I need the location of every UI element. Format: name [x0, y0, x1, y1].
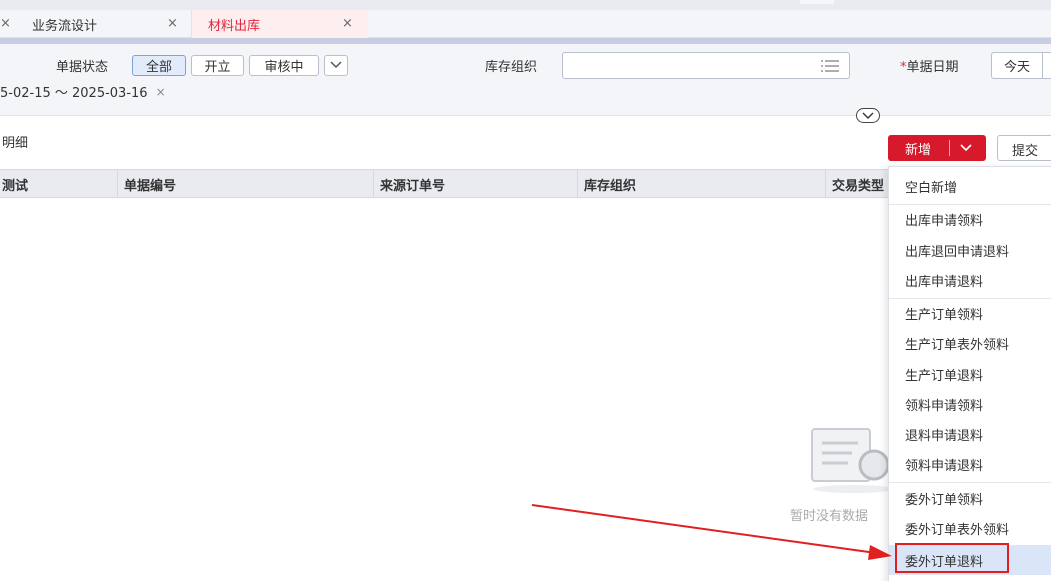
status-reviewing-chip[interactable]: 审核中: [249, 55, 319, 76]
empty-data-icon: [811, 428, 893, 493]
chevron-down-icon: [330, 61, 342, 69]
chevron-down-icon: [862, 112, 874, 119]
date-filter-label: *单据日期: [900, 56, 959, 75]
filter-panel: 单据状态 全部 开立 审核中 库存组织 *单据日期 今天 5-02-15 ～ 2…: [0, 44, 1051, 116]
button-divider: [949, 140, 950, 156]
today-button[interactable]: 今天: [991, 52, 1043, 79]
date-label-text: 单据日期: [906, 60, 959, 75]
menu-item-subcontract-offlist-issue[interactable]: 委外订单表外领料: [889, 514, 1051, 542]
column-header-test[interactable]: 测试: [0, 170, 118, 198]
tab-bar: × 业务流设计 × 材料出库 ×: [0, 10, 1051, 38]
menu-item-outbound-request-return[interactable]: 出库申请退料: [889, 266, 1051, 294]
menu-divider: [889, 482, 1051, 483]
list-icon[interactable]: [821, 60, 839, 72]
submit-button[interactable]: 提交: [997, 135, 1051, 161]
tab-business-flow-design[interactable]: 业务流设计 ×: [12, 10, 192, 38]
status-filter-label: 单据状态: [56, 60, 109, 75]
column-header-doc-number[interactable]: 单据编号: [118, 170, 374, 198]
highlight-box: [895, 543, 1009, 573]
browser-top-strip: [0, 0, 1051, 10]
menu-item-issue-request-return[interactable]: 领料申请退料: [889, 450, 1051, 478]
menu-item-outbound-request-issue[interactable]: 出库申请领料: [889, 205, 1051, 233]
close-icon[interactable]: ×: [167, 16, 178, 31]
tab-label: 业务流设计: [32, 19, 98, 34]
tab-label: 材料出库: [208, 19, 261, 34]
empty-data-text: 暂时没有数据: [790, 509, 869, 524]
menu-item-prod-order-issue[interactable]: 生产订单领料: [889, 299, 1051, 327]
status-open-chip[interactable]: 开立: [191, 55, 244, 76]
tab-previous[interactable]: ×: [0, 10, 12, 38]
date-range-text: 5-02-15 ～ 2025-03-16: [0, 86, 148, 101]
add-new-button-label[interactable]: 新增: [905, 139, 931, 158]
close-icon[interactable]: ×: [342, 16, 353, 31]
submit-button-label: 提交: [1012, 144, 1039, 159]
menu-item-return-request-return[interactable]: 退料申请退料: [889, 420, 1051, 448]
column-header-inventory-org[interactable]: 库存组织: [578, 170, 826, 198]
menu-item-subcontract-issue[interactable]: 委外订单领料: [889, 484, 1051, 512]
window-knob: [800, 0, 834, 4]
status-all-chip[interactable]: 全部: [132, 55, 186, 76]
add-new-split-button[interactable]: 新增: [888, 135, 986, 161]
chevron-down-icon[interactable]: [960, 144, 972, 151]
org-filter-input[interactable]: [562, 52, 850, 79]
close-icon[interactable]: ×: [0, 16, 11, 31]
menu-item-outbound-return-request[interactable]: 出库退回申请退料: [889, 236, 1051, 264]
section-title: 明细: [2, 136, 29, 151]
menu-item-blank-new[interactable]: 空白新增: [889, 172, 1051, 200]
tab-material-outbound[interactable]: 材料出库 ×: [192, 10, 368, 38]
date-next-button[interactable]: [1043, 52, 1051, 79]
status-more-button[interactable]: [324, 55, 348, 76]
menu-item-prod-order-offlist-issue[interactable]: 生产订单表外领料: [889, 329, 1051, 357]
close-icon[interactable]: ×: [156, 85, 166, 99]
org-filter-label: 库存组织: [485, 60, 538, 75]
menu-item-prod-order-return[interactable]: 生产订单退料: [889, 360, 1051, 388]
collapse-filter-button[interactable]: [856, 108, 880, 123]
date-range-tag: 5-02-15 ～ 2025-03-16 ×: [0, 82, 166, 102]
add-new-dropdown-menu: 空白新增 出库申请领料 出库退回申请退料 出库申请退料 生产订单领料 生产订单表…: [888, 166, 1051, 581]
column-header-source-order[interactable]: 来源订单号: [374, 170, 578, 198]
menu-item-issue-request-issue[interactable]: 领料申请领料: [889, 390, 1051, 418]
